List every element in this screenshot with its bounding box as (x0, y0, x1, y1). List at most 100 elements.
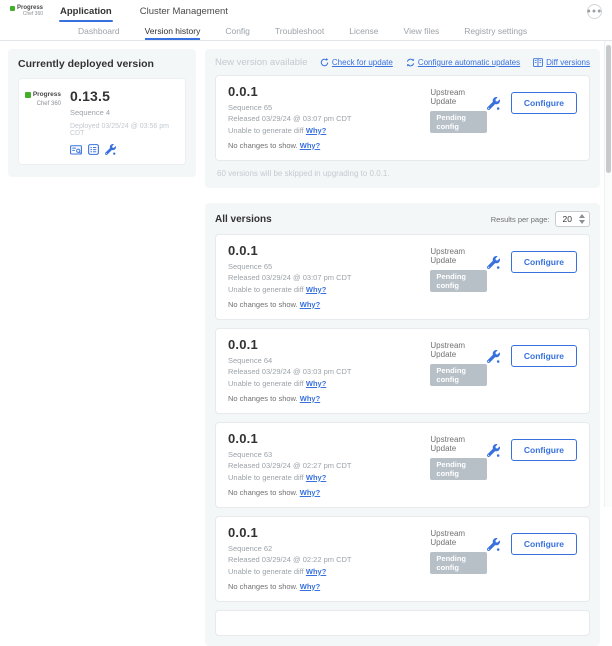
new-version-title: New version available (215, 57, 307, 68)
edit-config-wrench-icon[interactable] (105, 144, 116, 155)
version-card: 0.0.1 Sequence 63 Released 03/29/24 @ 02… (215, 422, 590, 508)
changes-note: No changes to show. (228, 300, 298, 309)
version-source: Upstream Update (430, 341, 486, 359)
version-number: 0.0.1 (228, 525, 430, 540)
configure-button[interactable]: Configure (511, 251, 577, 273)
tab-license[interactable]: License (349, 22, 378, 40)
deployed-version-info: 0.13.5 Sequence 4 Deployed 03/25/24 @ 03… (70, 88, 175, 155)
progress-logo-icon (10, 6, 15, 11)
top-tab-application[interactable]: Application (59, 0, 113, 22)
diff-why-link[interactable]: Why? (306, 285, 326, 294)
deployed-version-card: Progress Chef 360 0.13.5 Sequence 4 Depl… (18, 78, 186, 165)
more-options-icon[interactable]: ●●● (587, 4, 602, 19)
changes-note: No changes to show. (228, 582, 298, 591)
scrollbar-track[interactable] (604, 41, 612, 507)
currently-deployed-title: Currently deployed version (18, 58, 186, 70)
configure-automatic-updates-link[interactable]: Configure automatic updates (406, 58, 520, 67)
view-diff-icon[interactable] (70, 145, 82, 155)
sub-nav: Dashboard Version history Config Trouble… (0, 22, 612, 41)
configure-button[interactable]: Configure (511, 533, 577, 555)
version-details: 0.0.1 Sequence 64 Released 03/29/24 @ 03… (228, 337, 430, 404)
version-status: Upstream Update Pending config (430, 243, 486, 293)
version-sequence: Sequence 62 (228, 543, 430, 554)
version-sequence: Sequence 63 (228, 449, 430, 460)
configure-button[interactable]: Configure (511, 345, 577, 367)
configure-button[interactable]: Configure (511, 92, 577, 114)
changes-note: No changes to show. (228, 488, 298, 497)
version-number: 0.0.1 (228, 337, 430, 352)
check-for-update-link[interactable]: Check for update (320, 58, 393, 67)
page-content: Currently deployed version Progress Chef… (0, 41, 612, 646)
version-number: 0.0.1 (228, 431, 430, 446)
diff-versions-link[interactable]: Diff versions (533, 58, 590, 67)
tab-dashboard[interactable]: Dashboard (78, 22, 120, 40)
configure-button[interactable]: Configure (511, 439, 577, 461)
changes-why-link[interactable]: Why? (300, 300, 320, 309)
status-badge: Pending config (430, 270, 486, 292)
diff-why-link[interactable]: Why? (306, 567, 326, 576)
diff-note: Unable to generate diff (228, 285, 304, 294)
edit-config-wrench-icon[interactable] (487, 97, 500, 110)
tab-version-history[interactable]: Version history (145, 22, 201, 40)
tab-registry-settings[interactable]: Registry settings (464, 22, 527, 40)
version-source: Upstream Update (430, 435, 486, 453)
version-card: 0.0.1 Sequence 64 Released 03/29/24 @ 03… (215, 328, 590, 414)
main-panel: New version available Check for update C… (205, 49, 600, 646)
deployed-sequence: Sequence 4 (70, 108, 175, 117)
auto-update-icon (406, 58, 415, 67)
version-card: 0.0.1 Sequence 62 Released 03/29/24 @ 02… (215, 516, 590, 602)
view-config-icon[interactable] (88, 144, 99, 155)
changes-why-link[interactable]: Why? (300, 582, 320, 591)
diff-why-link[interactable]: Why? (306, 379, 326, 388)
app-logo: Progress Chef 360 (10, 5, 43, 22)
edit-config-wrench-icon[interactable] (487, 256, 500, 269)
results-per-page-select[interactable]: 20 (555, 211, 590, 227)
new-version-section: New version available Check for update C… (205, 49, 600, 188)
version-status: Upstream Update Pending config (430, 84, 486, 134)
edit-config-wrench-icon[interactable] (487, 444, 500, 457)
version-sequence: Sequence 65 (228, 261, 430, 272)
new-version-card-slot: 0.0.1 Sequence 65 Released 03/29/24 @ 03… (215, 75, 590, 161)
version-released: Released 03/29/24 @ 02:27 pm CDT (228, 460, 430, 471)
version-status: Upstream Update Pending config (430, 337, 486, 387)
tab-config[interactable]: Config (225, 22, 250, 40)
progress-logo-icon (25, 92, 31, 98)
version-details: 0.0.1 Sequence 65 Released 03/29/24 @ 03… (228, 84, 430, 151)
version-number: 0.0.1 (228, 84, 430, 99)
version-released: Released 03/29/24 @ 03:03 pm CDT (228, 366, 430, 377)
version-details: 0.0.1 Sequence 62 Released 03/29/24 @ 02… (228, 525, 430, 592)
scrollbar-thumb[interactable] (606, 45, 611, 173)
status-badge: Pending config (430, 364, 486, 386)
version-status: Upstream Update Pending config (430, 431, 486, 481)
diff-why-link[interactable]: Why? (306, 126, 326, 135)
top-tab-cluster-management[interactable]: Cluster Management (139, 0, 229, 22)
tab-troubleshoot[interactable]: Troubleshoot (275, 22, 324, 40)
status-badge: Pending config (430, 458, 486, 480)
version-released: Released 03/29/24 @ 03:07 pm CDT (228, 113, 430, 124)
version-card: 0.0.1 Sequence 65 Released 03/29/24 @ 03… (215, 234, 590, 320)
version-released: Released 03/29/24 @ 03:07 pm CDT (228, 272, 430, 283)
all-versions-list: 0.0.1 Sequence 65 Released 03/29/24 @ 03… (215, 234, 590, 636)
deployed-date: Deployed 03/25/24 @ 03:56 pm CDT (70, 123, 175, 137)
version-details: 0.0.1 Sequence 63 Released 03/29/24 @ 02… (228, 431, 430, 498)
version-card-partial (215, 610, 590, 636)
app-icon-logo: Progress Chef 360 (29, 88, 61, 155)
top-bar: Progress Chef 360 Application Cluster Ma… (0, 0, 612, 22)
top-nav: Application Cluster Management (59, 0, 229, 22)
edit-config-wrench-icon[interactable] (487, 350, 500, 363)
version-sequence: Sequence 64 (228, 355, 430, 366)
refresh-icon (320, 58, 329, 67)
skip-note: 60 versions will be skipped in upgrading… (215, 169, 590, 178)
diff-columns-icon (533, 58, 543, 67)
sidebar: Currently deployed version Progress Chef… (8, 49, 196, 177)
edit-config-wrench-icon[interactable] (487, 538, 500, 551)
changes-why-link[interactable]: Why? (300, 141, 320, 150)
changes-why-link[interactable]: Why? (300, 394, 320, 403)
changes-why-link[interactable]: Why? (300, 488, 320, 497)
all-versions-title: All versions (215, 214, 272, 225)
version-status: Upstream Update Pending config (430, 525, 486, 575)
version-source: Upstream Update (430, 529, 486, 547)
tab-view-files[interactable]: View files (404, 22, 440, 40)
currently-deployed-section: Currently deployed version Progress Chef… (8, 49, 196, 177)
diff-why-link[interactable]: Why? (306, 473, 326, 482)
